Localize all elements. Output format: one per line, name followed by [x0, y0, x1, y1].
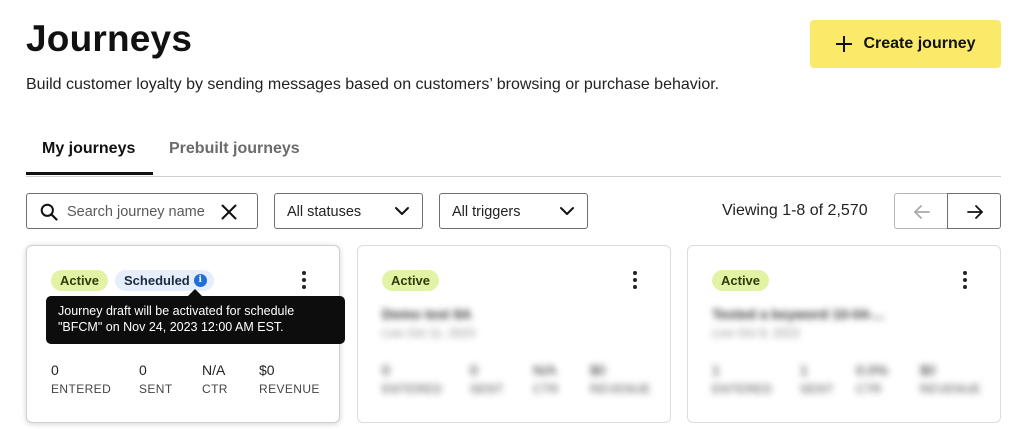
stat-value: $0 [920, 362, 936, 378]
close-icon[interactable] [220, 203, 238, 221]
status-badge: Active [712, 270, 770, 291]
stat-sent: 0 SENT [139, 362, 173, 396]
chevron-down-icon [395, 207, 409, 215]
stat-value: $0 [590, 362, 606, 378]
stat-revenue: $0 REVENUE [259, 362, 320, 396]
next-page-button[interactable] [947, 193, 1001, 229]
status-filter-dropdown[interactable]: All statuses [274, 193, 423, 229]
journey-date: Live Oct 11, 2023 [382, 326, 476, 340]
journey-date: Live Oct 9, 2023 [712, 326, 800, 340]
trigger-filter-label: All triggers [452, 204, 521, 220]
stat-label: REVENUE [590, 382, 651, 396]
journey-name: Texted a keyword 10-04-... [712, 306, 885, 322]
stat-entered: 0 ENTERED [51, 362, 111, 396]
previous-page-button[interactable] [894, 193, 948, 229]
more-options-icon[interactable] [962, 271, 968, 289]
stat-label: ENTERED [51, 382, 112, 396]
stat-label: CTR [202, 382, 228, 396]
scheduled-badge: Scheduled i [115, 270, 214, 291]
page-subtitle: Build customer loyalty by sending messag… [26, 76, 720, 93]
tab-bar: My journeys Prebuilt journeys [26, 128, 1001, 177]
stat-label: ENTERED [382, 382, 443, 396]
journey-name: Demo test 8A [382, 306, 472, 322]
search-icon [40, 203, 58, 221]
tab-my-journeys[interactable]: My journeys [42, 140, 135, 172]
chevron-down-icon [560, 207, 574, 215]
stat-revenue: $0 REVENUE [590, 362, 651, 396]
scheduled-badge-label: Scheduled [124, 273, 190, 288]
more-options-icon[interactable] [301, 271, 307, 289]
page-title: Journeys [26, 18, 193, 59]
stat-value: 0.0% [856, 362, 888, 378]
stat-value: 1 [800, 362, 808, 378]
stat-sent: 0 SENT [470, 362, 504, 396]
stat-label: CTR [533, 382, 559, 396]
stat-label: REVENUE [920, 382, 981, 396]
stat-label: ENTERED [712, 382, 773, 396]
stat-label: REVENUE [259, 382, 320, 396]
arrow-left-icon [914, 205, 930, 219]
tooltip-line: Journey draft will be activated for sche… [58, 304, 295, 318]
stat-label: SENT [139, 382, 173, 396]
stat-value: 0 [51, 362, 59, 378]
tooltip-line: "BFCM" on Nov 24, 2023 12:00 AM EST. [58, 320, 284, 334]
stat-revenue: $0 REVENUE [920, 362, 981, 396]
stat-value: 0 [382, 362, 390, 378]
create-journey-button[interactable]: Create journey [810, 20, 1001, 68]
stat-label: CTR [856, 382, 882, 396]
stat-value: N/A [533, 362, 557, 378]
info-icon[interactable]: i [193, 274, 207, 287]
search-box [26, 193, 258, 229]
stat-value: 0 [470, 362, 478, 378]
arrow-right-icon [967, 205, 983, 219]
create-journey-label: Create journey [863, 35, 976, 52]
stat-label: SENT [800, 382, 834, 396]
journey-card[interactable]: Active Demo test 8A Live Oct 11, 2023 0 … [357, 245, 671, 423]
stat-entered: 1 ENTERED [712, 362, 772, 396]
more-options-icon[interactable] [632, 271, 638, 289]
pagination-count: Viewing 1-8 of 2,570 [722, 202, 868, 219]
status-badge: Active [51, 270, 109, 291]
stat-sent: 1 SENT [800, 362, 834, 396]
stat-entered: 0 ENTERED [382, 362, 442, 396]
active-tab-indicator [26, 172, 153, 175]
stat-value: $0 [259, 362, 275, 378]
tab-prebuilt-journeys[interactable]: Prebuilt journeys [169, 140, 300, 172]
schedule-tooltip: Journey draft will be activated for sche… [46, 289, 345, 344]
stat-value: 1 [712, 362, 720, 378]
search-input[interactable] [67, 201, 217, 223]
status-filter-label: All statuses [287, 204, 362, 220]
stat-ctr: 0.0% CTR [856, 362, 888, 396]
journey-card[interactable]: Active Texted a keyword 10-04-... Live O… [687, 245, 1001, 423]
stat-value: 0 [139, 362, 147, 378]
plus-icon [835, 35, 853, 53]
stat-ctr: N/A CTR [202, 362, 228, 396]
trigger-filter-dropdown[interactable]: All triggers [439, 193, 588, 229]
stat-ctr: N/A CTR [533, 362, 559, 396]
stat-label: SENT [470, 382, 504, 396]
stat-value: N/A [202, 362, 226, 378]
status-badge: Active [382, 270, 440, 291]
